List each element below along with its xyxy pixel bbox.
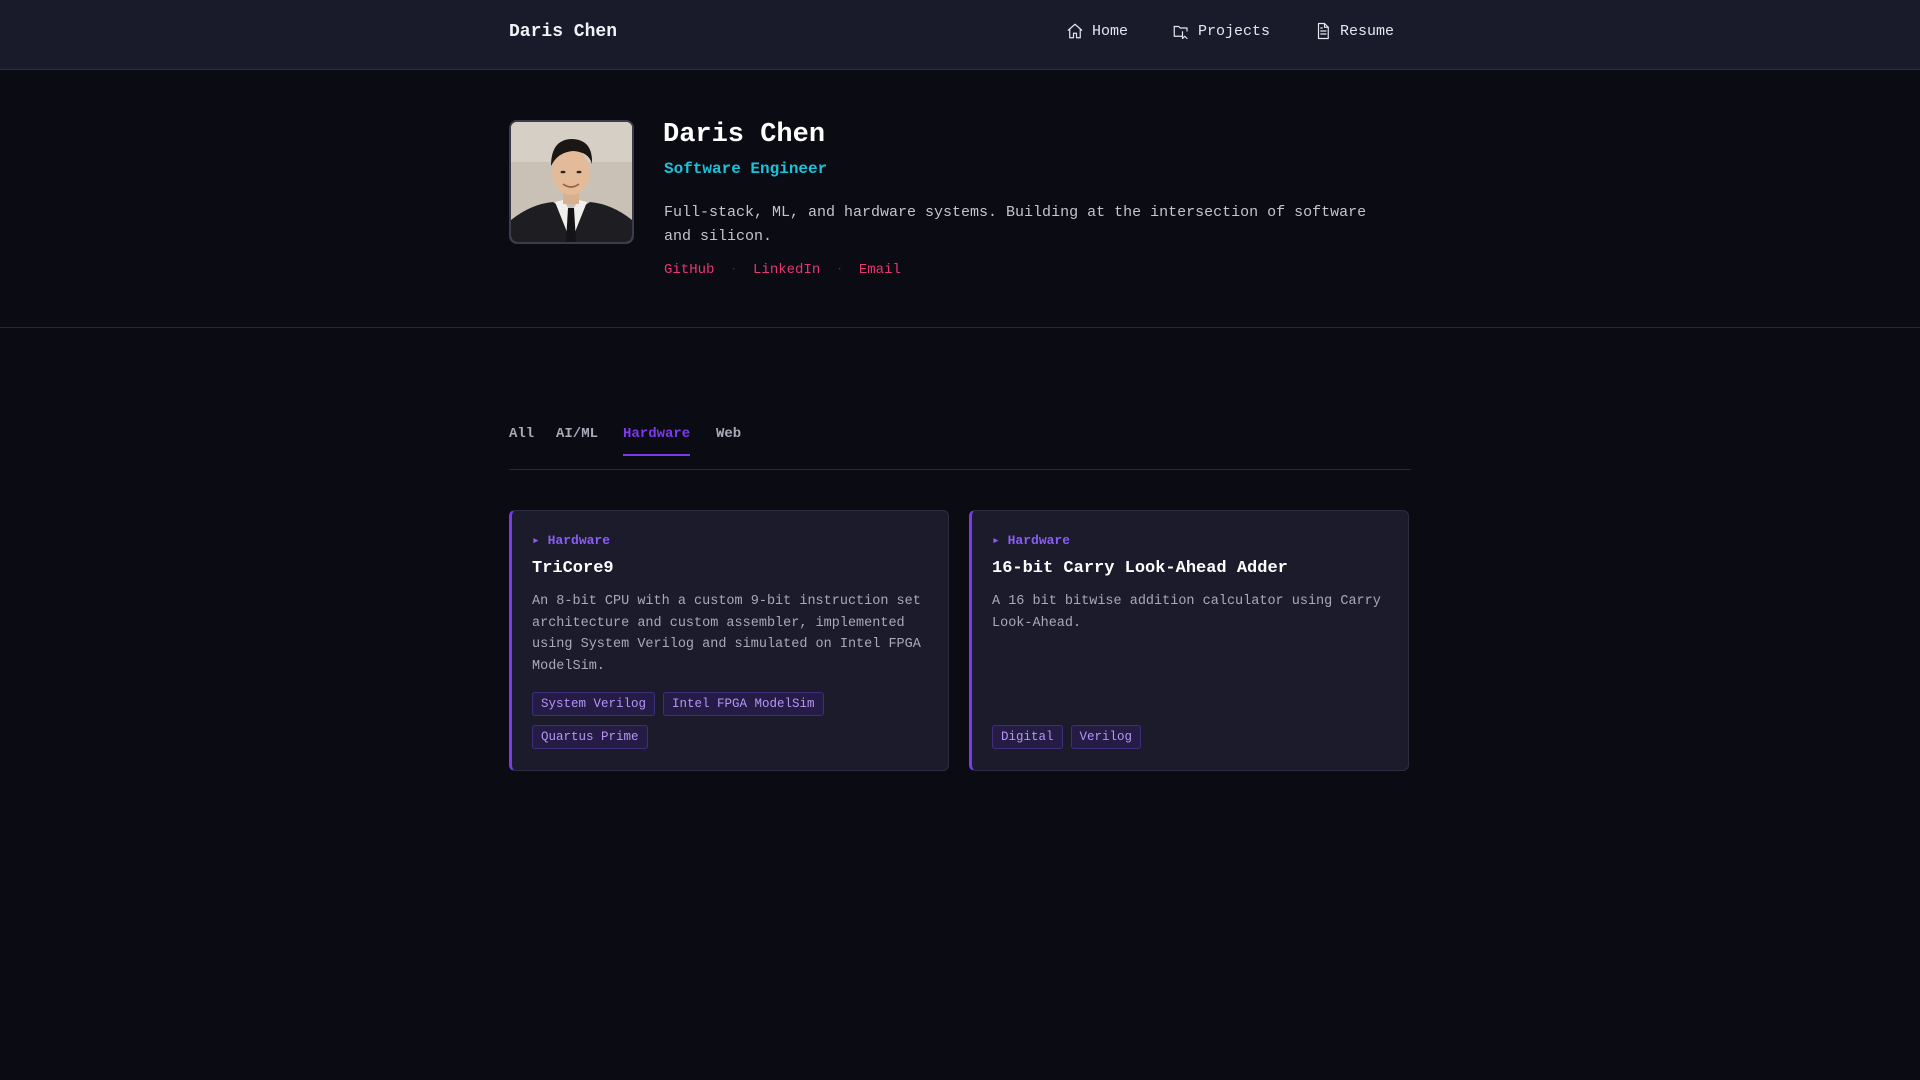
card-title: TriCore9: [532, 559, 614, 578]
tab-all[interactable]: All: [509, 426, 534, 454]
nav-projects-link[interactable]: Projects: [1172, 22, 1270, 40]
avatar-photo: [511, 122, 632, 242]
nav-projects-label: Projects: [1198, 22, 1271, 40]
nav-links: Home Projects Resume: [1066, 22, 1394, 40]
home-icon: [1067, 23, 1083, 39]
profile-section: Daris Chen Software Engineer Full-stack,…: [0, 70, 1920, 328]
document-icon: [1317, 22, 1329, 40]
card-description: An 8-bit CPU with a custom 9-bit instruc…: [532, 594, 921, 674]
email-link[interactable]: Email: [859, 262, 901, 278]
card-title: 16-bit Carry Look-Ahead Adder: [992, 559, 1288, 578]
link-separator: ·: [730, 264, 738, 276]
profile-bio: Full-stack, ML, and hardware systems. Bu…: [664, 204, 1367, 245]
nav-home-link[interactable]: Home: [1066, 22, 1128, 40]
tech-tag[interactable]: Intel FPGA ModelSim: [663, 692, 824, 716]
project-filter-tabs: All AI/ML Hardware Web: [509, 426, 1411, 470]
tech-tag[interactable]: Quartus Prime: [532, 725, 648, 749]
brand-link[interactable]: Daris Chen: [509, 22, 617, 42]
nav-resume-link[interactable]: Resume: [1314, 22, 1394, 40]
card-category: ▸ Hardware: [992, 533, 1071, 548]
tab-hardware[interactable]: Hardware: [623, 426, 691, 456]
tab-ai-ml[interactable]: AI/ML: [556, 426, 598, 454]
nav-resume-label: Resume: [1340, 22, 1395, 40]
tab-web[interactable]: Web: [716, 426, 741, 454]
projects-icon: [1173, 25, 1188, 40]
profile-role: Software Engineer: [664, 160, 828, 178]
tech-tag[interactable]: System Verilog: [532, 692, 656, 716]
tech-tag[interactable]: Verilog: [1070, 725, 1142, 749]
navbar: Daris Chen Home Projects Resume: [0, 0, 1920, 70]
card-description: A 16 bit bitwise addition calculator usi…: [992, 594, 1381, 631]
avatar: [509, 120, 634, 244]
project-card[interactable]: ▸ Hardware TriCore9 An 8-bit CPU with a …: [509, 510, 949, 771]
card-tags: Digital Verilog: [992, 725, 1392, 749]
link-separator: ·: [836, 264, 843, 276]
card-tags: System Verilog Intel FPGA ModelSim Quart…: [532, 692, 932, 749]
card-category: ▸ Hardware: [532, 533, 611, 548]
linkedin-link[interactable]: LinkedIn: [753, 262, 820, 278]
nav-home-label: Home: [1092, 22, 1129, 40]
social-links: GitHub · LinkedIn · Email: [664, 262, 901, 278]
profile-name: Daris Chen: [663, 120, 826, 150]
project-card[interactable]: ▸ Hardware 16-bit Carry Look-Ahead Adder…: [969, 510, 1409, 771]
github-link[interactable]: GitHub: [664, 262, 714, 278]
tech-tag[interactable]: Digital: [992, 725, 1063, 749]
